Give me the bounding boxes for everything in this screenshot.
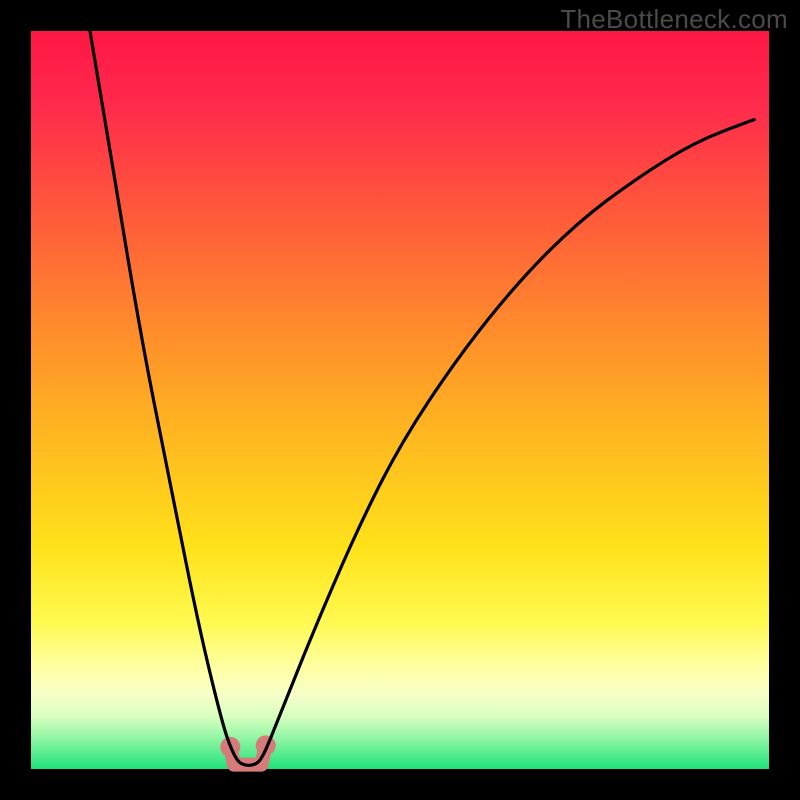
watermark-text: TheBottleneck.com: [560, 4, 788, 35]
bottleneck-chart: [0, 0, 800, 800]
plot-background: [31, 31, 769, 769]
chart-frame: TheBottleneck.com: [0, 0, 800, 800]
